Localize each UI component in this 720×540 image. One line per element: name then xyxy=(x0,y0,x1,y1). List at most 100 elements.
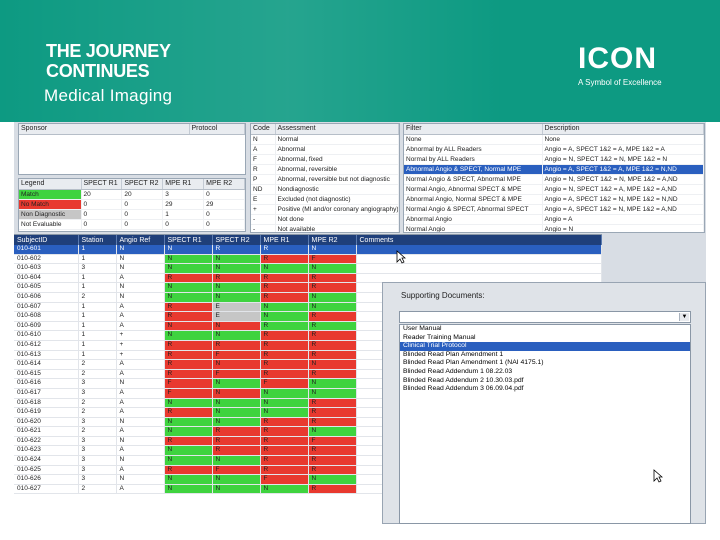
legend-count: 0 xyxy=(81,199,123,210)
filter-description: None xyxy=(542,134,704,145)
grid-header-cell[interactable]: SPECT R2 xyxy=(212,235,261,245)
grid-cell: N xyxy=(308,302,357,313)
grid-cell: F xyxy=(260,474,309,485)
sponsor-table: Sponsor Protocol xyxy=(19,124,245,135)
description-header[interactable]: Description xyxy=(542,124,704,135)
legend-row: Match 20 20 3 0 xyxy=(19,189,245,200)
grid-cell: N xyxy=(116,245,165,255)
filter-row[interactable]: Abnormal by ALL Readers Angio = A, SPECT … xyxy=(404,144,704,155)
comments-cell[interactable] xyxy=(356,254,602,265)
grid-cell: E xyxy=(212,302,261,313)
legend-label: Non Diagnostic xyxy=(19,209,82,220)
grid-cell: A xyxy=(116,445,165,457)
code-header[interactable]: Code xyxy=(251,124,276,135)
assessment-header[interactable]: Assessment xyxy=(275,124,399,135)
filter-name: Abnormal Angio & SPECT, Normal MPE xyxy=(404,164,543,175)
grid-header-cell[interactable]: Station xyxy=(78,235,117,245)
filter-header[interactable]: Filter xyxy=(404,124,543,135)
grid-header-cell[interactable]: MPE R1 xyxy=(260,235,309,245)
code-row[interactable]: E Excluded (not diagnostic) xyxy=(251,194,399,205)
protocol-header[interactable]: Protocol xyxy=(189,124,245,135)
grid-header-cell[interactable]: MPE R2 xyxy=(308,235,357,245)
grid-cell: N xyxy=(116,455,165,466)
filter-row[interactable]: Normal Angio Angio = N xyxy=(404,224,704,232)
code-row[interactable]: - Not done xyxy=(251,214,399,225)
grid-cell: N xyxy=(260,484,309,495)
grid-header-cell[interactable]: Angio Ref xyxy=(116,235,165,245)
grid-cell: R xyxy=(308,417,357,428)
grid-cell: N xyxy=(260,311,309,322)
filter-row[interactable]: Abnormal Angio, Normal SPECT & MPE Angio … xyxy=(404,194,704,205)
grid-cell: R xyxy=(308,282,357,293)
grid-cell: N xyxy=(212,282,261,293)
grid-cell: N xyxy=(212,407,261,418)
grid-cell: 010-625 xyxy=(14,465,79,476)
filter-name: Abnormal Angio xyxy=(404,214,543,225)
docs-dropdown[interactable]: ▼ xyxy=(399,311,691,323)
code-cell: R xyxy=(251,164,276,175)
grid-header-cell[interactable]: Comments xyxy=(356,235,602,245)
document-list-item[interactable]: Blinded Read Plan Amendment 1 (NAI 4175.… xyxy=(400,359,690,368)
document-list-item[interactable]: Clinical Trial Protocol xyxy=(400,342,690,351)
grid-cell: F xyxy=(260,378,309,389)
filter-name: Normal Angio xyxy=(404,224,543,232)
filter-row[interactable]: Normal Angio & SPECT, Abnormal SPECT Angi… xyxy=(404,204,704,215)
grid-cell: 2 xyxy=(78,369,117,380)
filter-description: Angio = N xyxy=(542,224,704,232)
legend-header-cell[interactable]: SPECT R2 xyxy=(121,179,164,190)
table-row[interactable]: 010-602 1 N N N R F xyxy=(14,254,602,265)
sponsor-header[interactable]: Sponsor xyxy=(19,124,190,135)
dropdown-arrow-icon[interactable]: ▼ xyxy=(679,313,689,321)
document-list-item[interactable]: Blinded Read Plan Amendment 1 xyxy=(400,351,690,360)
filter-description: Angio = N, SPECT 1&2 = N, MPE 1&2 = N xyxy=(542,154,704,165)
filter-row[interactable]: Abnormal Angio & SPECT, Normal MPE Angio … xyxy=(404,164,704,175)
legend-header-row: Legend SPECT R1 SPECT R2 MPE R1 MPE R2 xyxy=(19,179,245,190)
code-row[interactable]: A Abnormal xyxy=(251,144,399,155)
document-list-item[interactable]: Blinded Read Addendum 3 06.09.04.pdf xyxy=(400,385,690,394)
comments-cell[interactable] xyxy=(356,263,602,274)
legend-header-cell[interactable]: SPECT R1 xyxy=(81,179,123,190)
grid-cell: R xyxy=(260,436,309,447)
table-row[interactable]: 010-601 1 N N R R N xyxy=(14,245,602,255)
legend-header-cell[interactable]: MPE R2 xyxy=(203,179,245,190)
docs-list: User Manual Reader Training Manual Clinica… xyxy=(399,324,691,524)
grid-header-cell[interactable]: SubjectID xyxy=(14,235,79,245)
table-row[interactable]: 010-603 3 N N N N N xyxy=(14,263,602,274)
filter-row[interactable]: Normal by ALL Readers Angio = N, SPECT 1&… xyxy=(404,154,704,165)
grid-cell: A xyxy=(116,321,165,332)
code-row[interactable]: - Not available xyxy=(251,224,399,232)
legend-count: 3 xyxy=(162,189,205,200)
legend-header-cell[interactable]: MPE R1 xyxy=(162,179,205,190)
legend-header-cell[interactable]: Legend xyxy=(19,179,82,190)
comments-cell[interactable] xyxy=(356,245,602,255)
grid-cell: F xyxy=(308,436,357,447)
code-row[interactable]: + Positive (MI and/or coronary angiograph… xyxy=(251,204,399,215)
filter-description: Angio = A, SPECT 1&2 = N, MPE 1&2 = A,ND xyxy=(542,204,704,215)
code-row[interactable]: ND Nondiagnostic xyxy=(251,184,399,195)
legend-label: No Match xyxy=(19,199,82,210)
code-row[interactable]: N Normal xyxy=(251,134,399,145)
grid-cell: R xyxy=(164,340,213,351)
grid-cell: N xyxy=(260,302,309,313)
grid-cell: N xyxy=(164,263,213,274)
filter-row[interactable]: Abnormal Angio Angio = A xyxy=(404,214,704,225)
grid-header-row: SubjectID Station Angio Ref SPECT R1 SPECT R… xyxy=(14,235,602,245)
grid-cell: R xyxy=(260,245,309,255)
document-list-item[interactable]: Blinded Read Addendum 2 10.30.03.pdf xyxy=(400,377,690,386)
grid-cell: R xyxy=(164,369,213,380)
grid-cell: R xyxy=(212,445,261,457)
grid-cell: N xyxy=(260,407,309,418)
document-list-item[interactable]: Reader Training Manual xyxy=(400,334,690,343)
document-list-item[interactable]: User Manual xyxy=(400,325,690,334)
code-row[interactable]: P Abnormal, reversible but not diagnostic xyxy=(251,174,399,185)
grid-cell: R xyxy=(164,436,213,447)
document-list-item[interactable]: Blinded Read Addendum 1 08.22.03 xyxy=(400,368,690,377)
filter-row[interactable]: Normal Angio, Abnormal SPECT & MPE Angio … xyxy=(404,184,704,195)
grid-header-cell[interactable]: SPECT R1 xyxy=(164,235,213,245)
code-row[interactable]: F Abnormal, fixed xyxy=(251,154,399,165)
code-row[interactable]: R Abnormal, reversible xyxy=(251,164,399,175)
grid-cell: 3 xyxy=(78,445,117,457)
grid-cell: 010-626 xyxy=(14,474,79,485)
filter-row[interactable]: Normal Angio & SPECT, Abnormal MPE Angio … xyxy=(404,174,704,185)
filter-row[interactable]: None None xyxy=(404,134,704,145)
